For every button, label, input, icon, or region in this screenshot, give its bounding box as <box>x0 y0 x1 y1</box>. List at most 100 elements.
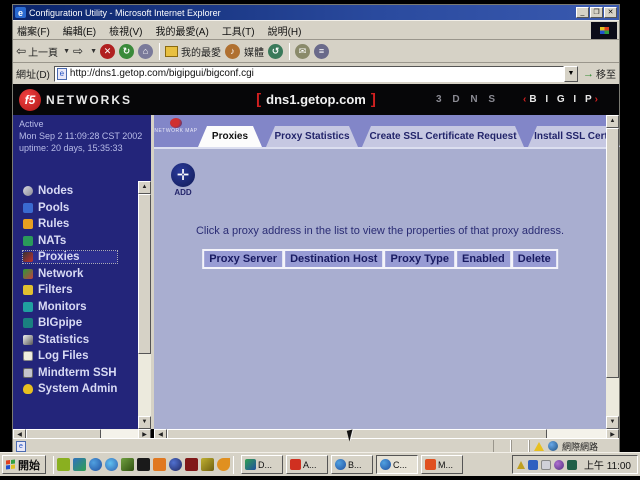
menu-view[interactable]: 檢視(V) <box>109 23 142 38</box>
task-buttons: D... A... B... C... M... <box>241 455 463 474</box>
sidebar-item-system-admin[interactable]: System Admin <box>23 383 117 395</box>
address-url: http://dns1.getop.com/bigipgui/bigconf.c… <box>70 68 254 79</box>
print-icon[interactable]: ≡ <box>314 44 329 59</box>
main-vertical-scrollbar[interactable]: ▲ ▼ <box>606 115 619 429</box>
menu-help[interactable]: 說明(H) <box>268 23 302 38</box>
column-proxy-server[interactable]: Proxy Server <box>204 251 282 267</box>
close-button[interactable]: ✕ <box>604 7 617 18</box>
menu-favorites[interactable]: 我的最愛(A) <box>155 23 208 38</box>
taskbar-window-button-active[interactable]: C... <box>376 455 418 474</box>
address-label: 網址(D) <box>16 66 50 81</box>
sidebar-item-statistics[interactable]: Statistics <box>23 334 117 346</box>
quicklaunch-icon[interactable] <box>217 458 230 471</box>
tray-icon[interactable] <box>517 461 525 469</box>
tray-icon[interactable] <box>528 460 538 470</box>
quicklaunch-icon[interactable] <box>73 458 86 471</box>
taskbar-window-button[interactable]: D... <box>241 455 283 474</box>
quicklaunch-icon[interactable] <box>169 458 182 471</box>
back-button[interactable]: ⇦上一頁 <box>16 44 58 59</box>
quicklaunch-icon[interactable] <box>185 458 198 471</box>
menu-edit[interactable]: 編輯(E) <box>63 23 96 38</box>
scroll-down-icon[interactable]: ▼ <box>138 416 151 429</box>
sidebar-item-proxies[interactable]: Proxies <box>23 251 117 263</box>
taskbar-separator <box>53 456 54 474</box>
favorites-button[interactable]: 我的最愛 <box>165 44 221 59</box>
back-dropdown-icon[interactable]: ▼ <box>63 48 70 55</box>
main-frame: NETWORK MAP Proxies Proxy Statistics Cre… <box>154 115 619 429</box>
maximize-button[interactable]: ❐ <box>590 7 603 18</box>
quicklaunch-icon[interactable] <box>89 458 102 471</box>
quicklaunch-icon[interactable] <box>105 458 118 471</box>
stop-icon[interactable]: ✕ <box>100 44 115 59</box>
forward-arrow-icon: ⇨ <box>73 44 83 58</box>
ie-throbber-logo <box>591 22 617 39</box>
sidebar-item-filters[interactable]: Filters <box>23 284 117 296</box>
tab-create-ssl-certificate-request[interactable]: Create SSL Certificate Request <box>362 126 524 147</box>
window-title: Configuration Utility - Microsoft Intern… <box>29 8 575 18</box>
sidebar-item-bigpipe[interactable]: BIGpipe <box>23 317 117 329</box>
tab-proxy-statistics[interactable]: Proxy Statistics <box>266 126 358 147</box>
add-plus-icon[interactable]: ✛ <box>171 163 195 187</box>
media-button[interactable]: ♪媒體 <box>225 44 264 59</box>
scroll-down-icon[interactable]: ▼ <box>606 416 619 429</box>
column-delete[interactable]: Delete <box>513 251 556 267</box>
taskbar-window-button[interactable]: B... <box>331 455 373 474</box>
column-destination-host[interactable]: Destination Host <box>285 251 382 267</box>
status-page-icon: e <box>16 441 26 452</box>
forward-button[interactable]: ⇨ <box>73 44 85 58</box>
rules-icon <box>23 219 33 229</box>
tab-proxies[interactable]: Proxies <box>198 126 262 147</box>
minimize-button[interactable]: _ <box>576 7 589 18</box>
status-panel <box>493 440 511 452</box>
hostname-display: [ dns1.getop.com ] <box>251 91 381 108</box>
go-button[interactable]: →移至 <box>583 66 616 81</box>
proxies-icon <box>23 252 33 262</box>
menu-bar: 檔案(F) 編輯(E) 檢視(V) 我的最愛(A) 工具(T) 說明(H) <box>13 20 619 39</box>
quicklaunch-icon[interactable] <box>201 458 214 471</box>
quicklaunch-icon[interactable] <box>137 458 150 471</box>
address-dropdown-icon[interactable]: ▼ <box>564 66 578 82</box>
tray-icon[interactable] <box>554 460 564 470</box>
refresh-icon[interactable]: ↻ <box>119 44 134 59</box>
scrollbar-thumb[interactable] <box>138 194 151 354</box>
home-icon[interactable]: ⌂ <box>138 44 153 59</box>
menu-tools[interactable]: 工具(T) <box>222 23 255 38</box>
taskbar-window-button[interactable]: A... <box>286 455 328 474</box>
mail-icon[interactable]: ✉ <box>295 44 310 59</box>
sidebar-item-log-files[interactable]: Log Files <box>23 350 117 362</box>
address-input[interactable]: e http://dns1.getop.com/bigipgui/bigconf… <box>54 66 564 82</box>
scroll-up-icon[interactable]: ▲ <box>138 181 151 194</box>
uptime-text: uptime: 20 days, 15:35:33 <box>19 142 151 154</box>
column-enabled[interactable]: Enabled <box>457 251 510 267</box>
history-icon[interactable]: ↺ <box>268 44 283 59</box>
column-proxy-type[interactable]: Proxy Type <box>385 251 454 267</box>
3dns-label: 3 D N S <box>436 94 499 105</box>
sidebar-item-rules[interactable]: Rules <box>23 218 117 230</box>
sidebar-vertical-scrollbar[interactable]: ▲ ▼ <box>138 181 151 429</box>
sidebar-item-monitors[interactable]: Monitors <box>23 301 117 313</box>
sidebar-item-network[interactable]: Network <box>23 268 117 280</box>
sidebar-item-nodes[interactable]: Nodes <box>23 185 117 197</box>
scroll-up-icon[interactable]: ▲ <box>606 115 619 128</box>
tray-icon[interactable] <box>567 460 577 470</box>
bigip-label: ‹B I G I P› <box>523 94 601 105</box>
quicklaunch-icon[interactable] <box>57 458 70 471</box>
add-proxy-button[interactable]: ✛ ADD <box>168 163 198 197</box>
tray-icon[interactable] <box>541 460 551 470</box>
quicklaunch-icon[interactable] <box>121 458 134 471</box>
back-arrow-icon: ⇦ <box>16 44 26 58</box>
menu-file[interactable]: 檔案(F) <box>17 23 50 38</box>
scrollbar-thumb[interactable] <box>606 128 619 378</box>
network-map-button[interactable]: NETWORK MAP <box>157 118 195 146</box>
sidebar-item-mindterm-ssh[interactable]: Mindterm SSH <box>23 367 117 379</box>
sidebar-item-pools[interactable]: Pools <box>23 202 117 214</box>
sidebar-item-nats[interactable]: NATs <box>23 235 117 247</box>
f5-brand: NETWORKS <box>46 93 132 107</box>
add-label: ADD <box>168 188 198 197</box>
navigation-sidebar: Active Mon Sep 2 11:09:28 CST 2002 uptim… <box>13 115 151 429</box>
quicklaunch-icon[interactable] <box>153 458 166 471</box>
proxies-panel: ✛ ADD Click a proxy address in the list … <box>154 151 606 416</box>
taskbar-window-button[interactable]: M... <box>421 455 463 474</box>
forward-dropdown-icon[interactable]: ▼ <box>90 48 97 55</box>
start-button[interactable]: 開始 <box>2 455 46 474</box>
